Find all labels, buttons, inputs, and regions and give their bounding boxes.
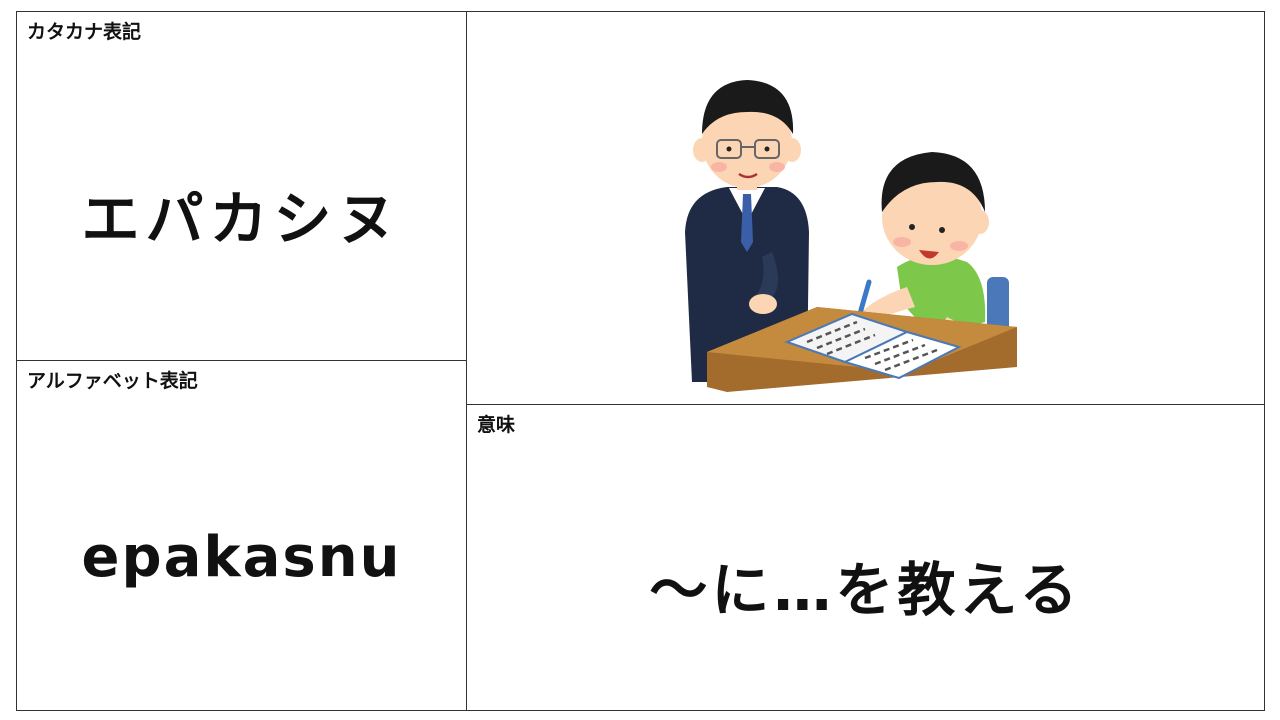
teacher-teaching-student-illustration xyxy=(685,80,1017,392)
meaning-label: 意味 xyxy=(477,414,516,436)
alphabet-label: アルファベット表記 xyxy=(27,370,198,392)
katakana-cell: カタカナ表記 エパカシヌ xyxy=(16,11,467,361)
meaning-text: ～に…を教える xyxy=(649,556,1082,624)
katakana-label: カタカナ表記 xyxy=(27,21,142,43)
illustration-cell xyxy=(466,11,1265,405)
meaning-cell: 意味 ～に…を教える xyxy=(466,404,1265,711)
katakana-word: エパカシヌ xyxy=(81,185,402,253)
alphabet-cell: アルファベット表記 epakasnu xyxy=(16,360,467,711)
alphabet-word: epakasnu xyxy=(81,525,402,590)
